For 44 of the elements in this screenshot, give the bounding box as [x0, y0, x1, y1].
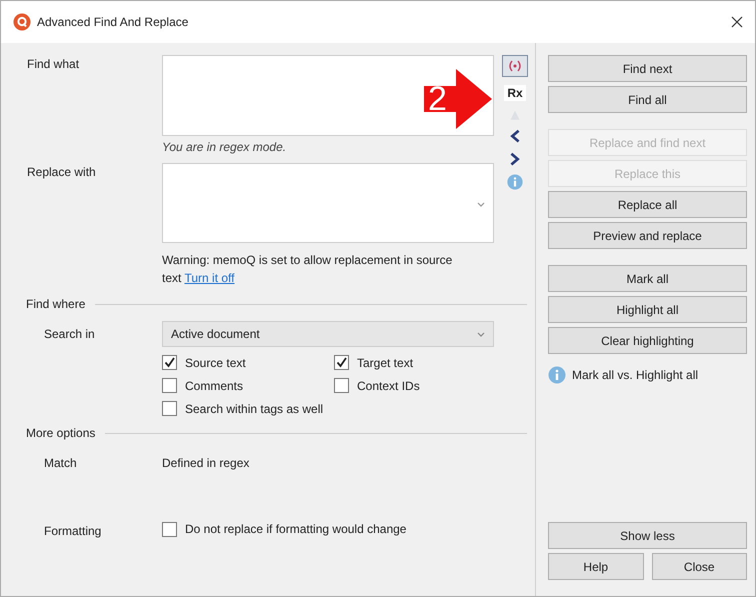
action-button[interactable]: Mark all — [548, 265, 747, 292]
regex-mode-note: You are in regex mode. — [162, 139, 288, 156]
regex-label: Rx — [504, 84, 526, 101]
action-button[interactable]: Find all — [548, 86, 747, 113]
info-icon[interactable] — [506, 174, 524, 190]
checkbox-option[interactable]: Source text — [162, 355, 334, 370]
section-heading: More options — [26, 426, 96, 440]
close-icon[interactable] — [731, 16, 743, 28]
action-button[interactable]: Preview and replace — [548, 222, 747, 249]
search-in-dropdown[interactable]: Active document — [162, 321, 494, 347]
field-label: Search in — [43, 326, 96, 343]
window-title: Advanced Find And Replace — [37, 15, 188, 29]
checkmark-icon — [163, 356, 176, 369]
close-button[interactable]: Close — [652, 553, 747, 580]
info-icon — [548, 366, 566, 384]
field-label: Match — [43, 455, 78, 472]
regex-toggle-button[interactable] — [502, 55, 528, 77]
show-less-button[interactable]: Show less — [548, 522, 747, 549]
match-value: Defined in regex — [162, 455, 250, 472]
turn-off-link[interactable]: Turn it off — [184, 271, 234, 285]
checkbox-option[interactable]: Context IDs — [334, 378, 494, 393]
section-heading: Find where — [26, 297, 86, 311]
callout-arrow: 2 — [424, 69, 494, 129]
field-label: Formatting — [43, 523, 102, 538]
left-chevron-icon[interactable] — [509, 129, 521, 144]
checkbox-option[interactable]: Target text — [334, 355, 494, 370]
action-button[interactable]: Clear highlighting — [548, 327, 747, 354]
action-button[interactable]: Find next — [548, 55, 747, 82]
app-logo-icon — [13, 13, 31, 31]
help-button[interactable]: Help — [548, 553, 644, 580]
action-button[interactable]: Highlight all — [548, 296, 747, 323]
warning-text: Warning: memoQ is set to allow replacement in source text Turn it off — [162, 252, 454, 287]
field-label: Find what — [27, 56, 80, 73]
info-link[interactable]: Mark all vs. Highlight all — [572, 368, 698, 382]
action-button[interactable]: Replace all — [548, 191, 747, 218]
field-label: Replace with — [27, 164, 97, 181]
checkbox-option[interactable]: Comments — [162, 378, 334, 393]
replace-with-field[interactable] — [162, 163, 494, 243]
checkbox-option[interactable]: Do not replace if formatting would change — [162, 522, 406, 536]
regex-icon — [507, 58, 523, 73]
checkbox-option[interactable]: Search within tags as well — [162, 401, 334, 416]
find-what-field[interactable] — [162, 55, 494, 136]
right-chevron-icon[interactable] — [509, 152, 521, 166]
checkmark-icon — [335, 356, 348, 369]
